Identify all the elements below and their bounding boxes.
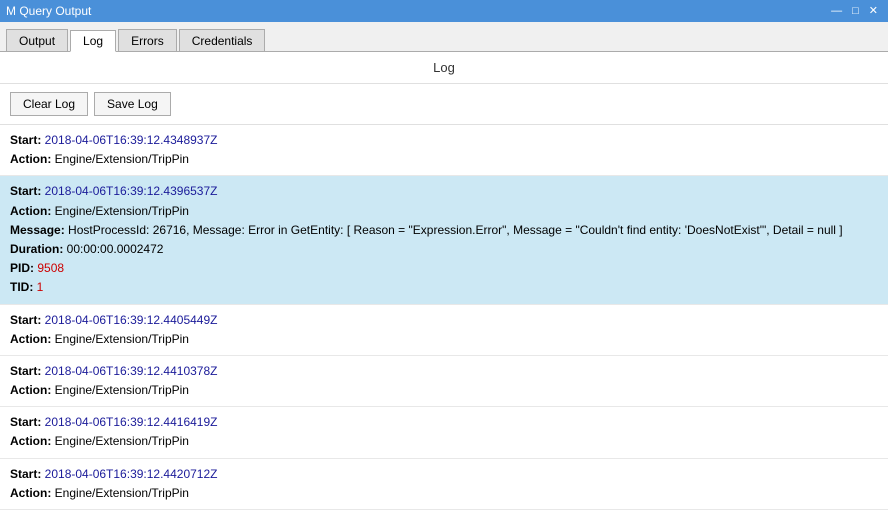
field-label: Action: <box>10 434 55 448</box>
field-label: PID: <box>10 261 37 275</box>
tab-credentials[interactable]: Credentials <box>179 29 266 51</box>
field-label: Message: <box>10 223 68 237</box>
log-entry[interactable]: Start: 2018-04-06T16:39:12.4348937Z Actio… <box>0 125 888 176</box>
field-value: Engine/Extension/TripPin <box>55 486 189 500</box>
field-label: Start: <box>10 133 45 147</box>
field-value: 2018-04-06T16:39:12.4416419Z <box>45 415 218 429</box>
field-label: Action: <box>10 332 55 346</box>
field-value: 1 <box>37 280 44 294</box>
log-content[interactable]: Start: 2018-04-06T16:39:12.4348937Z Actio… <box>0 125 888 516</box>
field-value: 2018-04-06T16:39:12.4348937Z <box>45 133 218 147</box>
log-toolbar: Clear Log Save Log <box>0 84 888 125</box>
field-label: Start: <box>10 415 45 429</box>
field-value: Engine/Extension/TripPin <box>55 434 189 448</box>
log-entry[interactable]: Start: 2018-04-06T16:39:12.4410378Z Actio… <box>0 356 888 407</box>
field-label: Start: <box>10 184 45 198</box>
tab-errors[interactable]: Errors <box>118 29 177 51</box>
field-label: Action: <box>10 152 55 166</box>
window-controls: — □ ✕ <box>827 2 882 20</box>
title-bar: M Query Output — □ ✕ <box>0 0 888 22</box>
log-entry[interactable]: Start: 2018-04-06T16:39:12.4425721ZActio… <box>0 510 888 516</box>
field-value: HostProcessId: 26716, Message: Error in … <box>68 223 843 237</box>
tab-output[interactable]: Output <box>6 29 68 51</box>
save-log-button[interactable]: Save Log <box>94 92 171 116</box>
log-entry[interactable]: Start: 2018-04-06T16:39:12.4420712Z Actio… <box>0 459 888 510</box>
field-label: Action: <box>10 204 55 218</box>
minimize-button[interactable]: — <box>827 2 846 20</box>
field-label: Start: <box>10 364 45 378</box>
field-value: 2018-04-06T16:39:12.4396537Z <box>45 184 218 198</box>
field-label: Start: <box>10 313 45 327</box>
log-section-title: Log <box>0 52 888 84</box>
maximize-button[interactable]: □ <box>848 2 863 20</box>
field-value: Engine/Extension/TripPin <box>55 204 189 218</box>
log-entry[interactable]: Start: 2018-04-06T16:39:12.4405449Z Actio… <box>0 305 888 356</box>
field-label: Action: <box>10 486 55 500</box>
content-area: Log Clear Log Save Log Start: 2018-04-06… <box>0 52 888 516</box>
field-value: 2018-04-06T16:39:12.4405449Z <box>45 313 218 327</box>
field-label: Action: <box>10 383 55 397</box>
field-value: 9508 <box>37 261 64 275</box>
log-entry[interactable]: Start: 2018-04-06T16:39:12.4396537Z Actio… <box>0 176 888 304</box>
log-entry[interactable]: Start: 2018-04-06T16:39:12.4416419Z Actio… <box>0 407 888 458</box>
field-value: 00:00:00.0002472 <box>67 242 164 256</box>
field-value: 2018-04-06T16:39:12.4420712Z <box>45 467 218 481</box>
tab-log[interactable]: Log <box>70 30 116 52</box>
clear-log-button[interactable]: Clear Log <box>10 92 88 116</box>
field-value: Engine/Extension/TripPin <box>55 152 189 166</box>
field-value: Engine/Extension/TripPin <box>55 383 189 397</box>
field-value: 2018-04-06T16:39:12.4410378Z <box>45 364 218 378</box>
field-label: TID: <box>10 280 37 294</box>
close-button[interactable]: ✕ <box>865 2 882 20</box>
tab-bar: OutputLogErrorsCredentials <box>0 22 888 52</box>
field-value: Engine/Extension/TripPin <box>55 332 189 346</box>
window-title: M Query Output <box>6 4 91 18</box>
field-label: Start: <box>10 467 45 481</box>
field-label: Duration: <box>10 242 67 256</box>
